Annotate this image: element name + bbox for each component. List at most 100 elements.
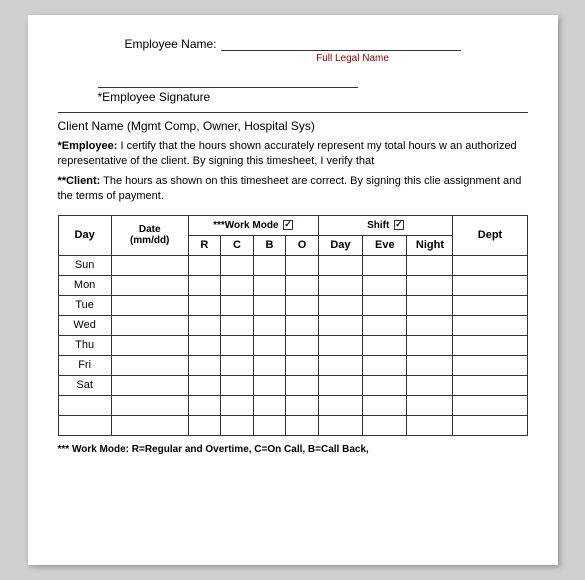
data-cell[interactable]	[407, 295, 453, 315]
data-cell[interactable]	[318, 295, 362, 315]
data-cell[interactable]	[221, 275, 254, 295]
data-cell[interactable]	[407, 395, 453, 415]
table-row: Mon	[58, 275, 527, 295]
data-cell[interactable]	[286, 275, 319, 295]
data-cell[interactable]	[188, 355, 221, 375]
certify-client-body: The hours as shown on this timesheet are…	[58, 175, 522, 202]
data-cell[interactable]	[58, 395, 111, 415]
data-cell[interactable]	[253, 255, 286, 275]
data-cell[interactable]	[111, 335, 188, 355]
data-cell[interactable]	[58, 415, 111, 435]
data-cell[interactable]	[253, 295, 286, 315]
employee-name-input[interactable]	[221, 35, 461, 51]
data-cell[interactable]	[111, 395, 188, 415]
data-cell[interactable]	[221, 355, 254, 375]
data-cell[interactable]	[363, 375, 407, 395]
data-cell[interactable]	[286, 355, 319, 375]
data-cell[interactable]	[318, 335, 362, 355]
data-cell[interactable]	[286, 315, 319, 335]
table-row: Tue	[58, 295, 527, 315]
shift-checkbox	[394, 220, 404, 230]
data-cell[interactable]	[188, 275, 221, 295]
data-cell[interactable]	[221, 295, 254, 315]
data-cell[interactable]	[221, 255, 254, 275]
data-cell[interactable]	[111, 295, 188, 315]
day-cell: Sun	[58, 255, 111, 275]
data-cell[interactable]	[407, 335, 453, 355]
data-cell[interactable]	[453, 415, 527, 435]
data-cell[interactable]	[188, 375, 221, 395]
data-cell[interactable]	[188, 335, 221, 355]
table-header-row: Day Date(mm/dd) ***Work Mode Shift Dept	[58, 215, 527, 235]
table-row: Thu	[58, 335, 527, 355]
data-cell[interactable]	[318, 255, 362, 275]
data-cell[interactable]	[363, 315, 407, 335]
data-cell[interactable]	[318, 355, 362, 375]
data-cell[interactable]	[253, 315, 286, 335]
data-cell[interactable]	[453, 295, 527, 315]
day-cell: Thu	[58, 335, 111, 355]
col-o-header: O	[286, 235, 319, 255]
data-cell[interactable]	[407, 355, 453, 375]
data-cell[interactable]	[221, 315, 254, 335]
data-cell[interactable]	[111, 375, 188, 395]
data-cell[interactable]	[286, 415, 319, 435]
data-cell[interactable]	[286, 335, 319, 355]
signature-line[interactable]	[98, 74, 358, 88]
data-cell[interactable]	[111, 355, 188, 375]
data-cell[interactable]	[111, 255, 188, 275]
data-cell[interactable]	[253, 375, 286, 395]
data-cell[interactable]	[453, 355, 527, 375]
data-cell[interactable]	[221, 415, 254, 435]
data-cell[interactable]	[453, 315, 527, 335]
day-cell: Wed	[58, 315, 111, 335]
data-cell[interactable]	[111, 275, 188, 295]
data-cell[interactable]	[363, 275, 407, 295]
data-cell[interactable]	[188, 295, 221, 315]
data-cell[interactable]	[453, 275, 527, 295]
data-cell[interactable]	[363, 415, 407, 435]
data-cell[interactable]	[188, 395, 221, 415]
data-cell[interactable]	[221, 395, 254, 415]
data-cell[interactable]	[453, 335, 527, 355]
data-cell[interactable]	[253, 335, 286, 355]
data-cell[interactable]	[318, 275, 362, 295]
data-cell[interactable]	[363, 295, 407, 315]
data-cell[interactable]	[286, 255, 319, 275]
data-cell[interactable]	[407, 415, 453, 435]
data-cell[interactable]	[453, 255, 527, 275]
data-cell[interactable]	[286, 395, 319, 415]
col-c-header: C	[221, 235, 254, 255]
data-cell[interactable]	[253, 395, 286, 415]
data-cell[interactable]	[253, 355, 286, 375]
data-cell[interactable]	[286, 375, 319, 395]
data-cell[interactable]	[318, 415, 362, 435]
data-cell[interactable]	[363, 335, 407, 355]
data-cell[interactable]	[318, 375, 362, 395]
data-cell[interactable]	[111, 315, 188, 335]
data-cell[interactable]	[253, 415, 286, 435]
day-cell: Tue	[58, 295, 111, 315]
col-shift-eve-header: Eve	[363, 235, 407, 255]
data-cell[interactable]	[407, 255, 453, 275]
data-cell[interactable]	[111, 415, 188, 435]
data-cell[interactable]	[363, 395, 407, 415]
data-cell[interactable]	[363, 255, 407, 275]
data-cell[interactable]	[188, 315, 221, 335]
data-cell[interactable]	[453, 395, 527, 415]
data-cell[interactable]	[286, 295, 319, 315]
data-cell[interactable]	[407, 315, 453, 335]
data-cell[interactable]	[188, 255, 221, 275]
data-cell[interactable]	[221, 335, 254, 355]
data-cell[interactable]	[221, 375, 254, 395]
data-cell[interactable]	[188, 415, 221, 435]
data-cell[interactable]	[453, 375, 527, 395]
certify-client-label: **Client:	[58, 175, 101, 187]
col-shift-day-header: Day	[318, 235, 362, 255]
data-cell[interactable]	[318, 315, 362, 335]
data-cell[interactable]	[407, 375, 453, 395]
data-cell[interactable]	[318, 395, 362, 415]
data-cell[interactable]	[407, 275, 453, 295]
data-cell[interactable]	[253, 275, 286, 295]
data-cell[interactable]	[363, 355, 407, 375]
